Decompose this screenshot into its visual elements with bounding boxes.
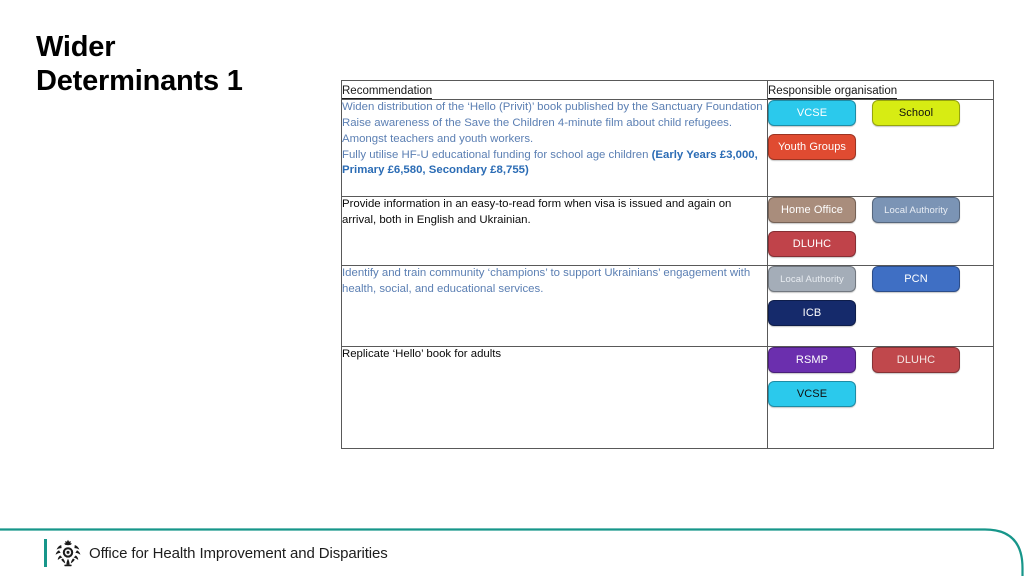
responsible-organisation-cell: VCSE School Youth Groups [767,99,994,198]
organisation-badge-group: Home Office Local Authority DLUHC [768,197,993,258]
table-row: Provide information in an easy-to-read f… [341,196,994,267]
page-title: Wider Determinants 1 [36,31,243,98]
organisation-badge[interactable]: Youth Groups [768,134,856,161]
footer-accent-bar [44,539,47,567]
royal-crest-icon [55,539,81,567]
recommendation-text: Identify and train community ‘champions’… [342,266,767,297]
organisation-badge[interactable]: RSMP [768,347,856,374]
recommendation-text-segment: Provide information in an easy-to-read f… [342,198,732,227]
recommendation-text: Replicate ‘Hello’ book for adults [342,347,767,363]
recommendation-cell: Provide information in an easy-to-read f… [341,196,768,267]
footer-branding: Office for Health Improvement and Dispar… [44,539,388,567]
recommendation-text: Raise awareness of the Save the Children… [342,116,767,147]
table-row: Identify and train community ‘champions’… [341,265,994,348]
table-body: Widen distribution of the ‘Hello (Privit… [341,99,994,450]
recommendation-cell: Widen distribution of the ‘Hello (Privit… [341,99,768,198]
header-label-recommendation: Recommendation [342,84,433,100]
recommendations-table: Recommendation Responsible organisation … [341,79,994,450]
responsible-organisation-cell: Home Office Local Authority DLUHC [767,196,994,267]
organisation-badge-group: VCSE School Youth Groups [768,100,993,161]
table-row: Replicate ‘Hello’ book for adults RSMP DLU… [341,346,994,450]
organisation-badge[interactable]: Home Office [768,197,856,224]
recommendation-cell: Replicate ‘Hello’ book for adults [341,346,768,450]
organisation-badge[interactable]: ICB [768,300,856,327]
recommendation-text-segment: Fully utilise HF-U educational funding f… [342,148,652,161]
recommendation-text: Fully utilise HF-U educational funding f… [342,148,767,179]
recommendation-text: Provide information in an easy-to-read f… [342,197,767,228]
organisation-badge-group: RSMP DLUHC VCSE [768,347,993,408]
organisation-badge[interactable]: School [872,100,960,127]
organisation-badge[interactable]: Local Authority [872,197,960,224]
header-cell-responsible-organisation: Responsible organisation [767,79,994,101]
recommendation-cell: Identify and train community ‘champions’… [341,265,768,348]
table-header-row: Recommendation Responsible organisation [341,79,994,101]
recommendation-text-segment: Widen distribution of the ‘Hello (Privit… [342,101,763,114]
responsible-organisation-cell: RSMP DLUHC VCSE [767,346,994,450]
organisation-badge[interactable]: PCN [872,266,960,293]
organisation-badge[interactable]: DLUHC [872,347,960,374]
organisation-badge[interactable]: DLUHC [768,231,856,258]
organisation-badge[interactable]: Local Authority [768,266,856,293]
recommendation-text: Widen distribution of the ‘Hello (Privit… [342,100,767,116]
organisation-badge-group: Local Authority PCN ICB [768,266,993,327]
footer-organisation-name: Office for Health Improvement and Dispar… [89,544,388,562]
organisation-badge[interactable]: VCSE [768,100,856,127]
recommendation-text-segment: Raise awareness of the Save the Children… [342,117,733,145]
responsible-organisation-cell: Local Authority PCN ICB [767,265,994,348]
recommendation-text-segment: Identify and train community ‘champions’… [342,267,751,296]
table-row: Widen distribution of the ‘Hello (Privit… [341,99,994,198]
header-label-responsible-organisation: Responsible organisation [768,84,898,100]
organisation-badge[interactable]: VCSE [768,381,856,408]
recommendation-text-segment: Replicate ‘Hello’ book for adults [342,348,502,361]
header-cell-recommendation: Recommendation [341,79,768,101]
